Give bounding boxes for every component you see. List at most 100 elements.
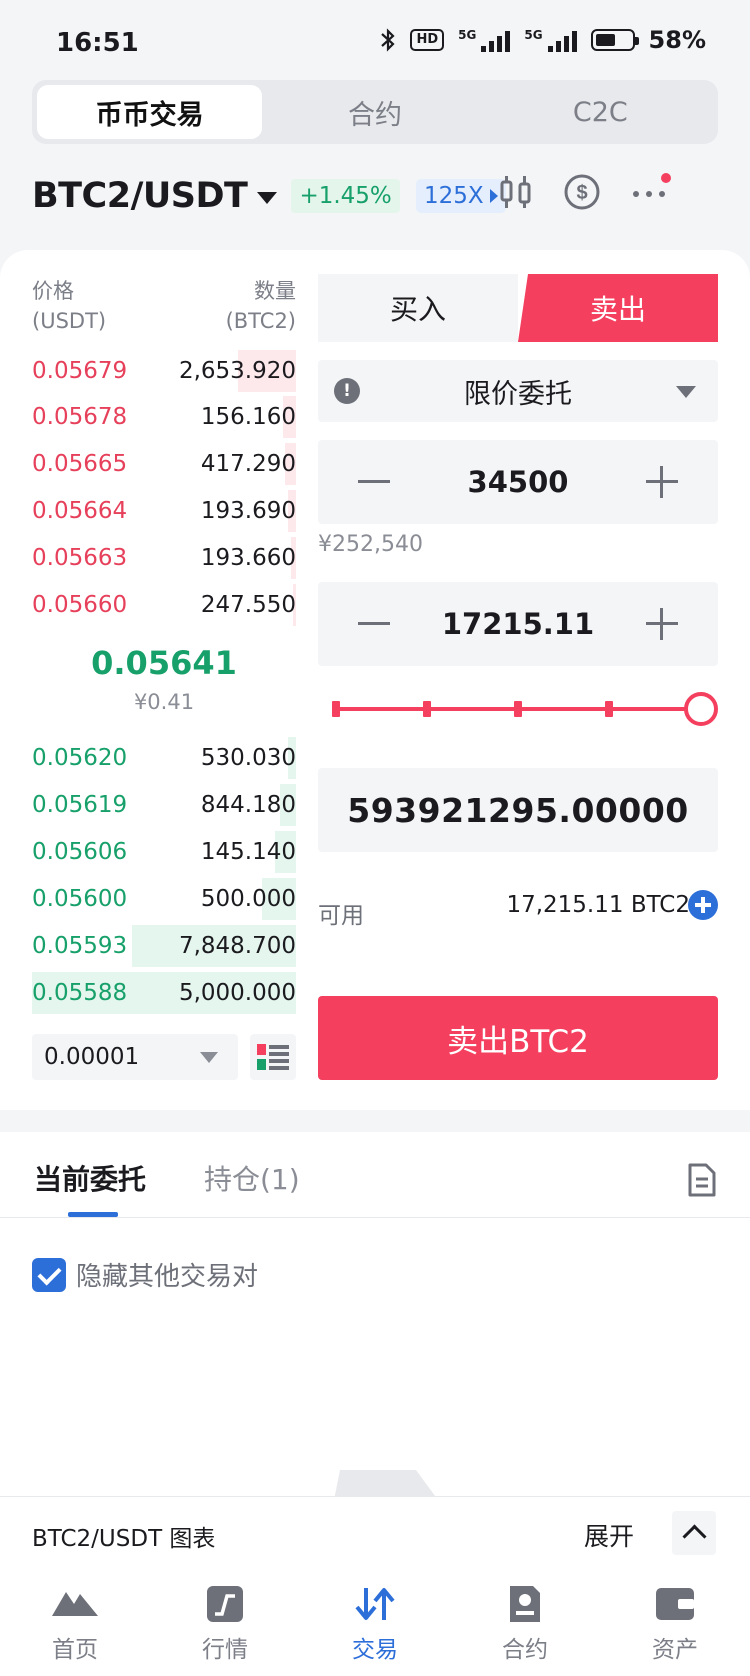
leverage-button[interactable]: 125X (416, 179, 506, 213)
price-change-badge: +1.45% (291, 179, 400, 213)
amount-decrease-button[interactable] (358, 608, 390, 640)
tab-positions[interactable]: 持仓(1) (204, 1158, 300, 1198)
available-balance: 17,215.11 BTC2 (506, 892, 690, 918)
chevron-up-icon[interactable] (672, 1511, 716, 1555)
slider-tick[interactable] (332, 701, 340, 717)
price-unit: (USDT) (32, 309, 107, 333)
wallet-icon (656, 1588, 694, 1620)
slider-tick[interactable] (605, 701, 613, 717)
tab-contract[interactable]: 合约 (262, 85, 487, 139)
book-layout-button[interactable] (250, 1034, 296, 1080)
nav-label: 资产 (652, 1637, 698, 1663)
nav-label: 交易 (352, 1637, 398, 1663)
bid-qty: 500.000 (200, 886, 296, 912)
submit-sell-button[interactable]: 卖出BTC2 (318, 996, 718, 1080)
status-icons: HD 5G 5G 58% (380, 26, 706, 54)
svg-text:$: $ (576, 182, 587, 204)
order-history-icon[interactable] (686, 1162, 718, 1198)
ask-row[interactable]: 0.05665 417.290 (32, 441, 296, 487)
ask-row[interactable]: 0.05663 193.660 (32, 535, 296, 581)
price-input[interactable]: 34500 (468, 465, 569, 499)
slider-tick[interactable] (423, 701, 431, 717)
amount-input[interactable]: 17215.11 (442, 607, 594, 641)
tab-c2c[interactable]: C2C (488, 85, 713, 139)
ask-row[interactable]: 0.05664 193.690 (32, 488, 296, 534)
order-type-select[interactable]: ! 限价委托 (318, 360, 718, 422)
buy-sell-toggle: 买入 卖出 (318, 274, 718, 342)
bid-row[interactable]: 0.05600 500.000 (32, 876, 296, 922)
info-icon[interactable]: ! (334, 378, 360, 404)
chart-bar[interactable]: BTC2/USDT 图表 展开 (0, 1496, 750, 1570)
total-field[interactable]: 593921295.00000 (318, 768, 718, 852)
ask-qty: 247.550 (200, 592, 296, 618)
price-increase-button[interactable] (646, 466, 678, 498)
nav-trade[interactable]: 交易 (300, 1570, 450, 1676)
ask-row[interactable]: 0.05679 2,653.920 (32, 348, 296, 394)
price-header: 价格 (32, 279, 74, 303)
ask-row[interactable]: 0.05660 247.550 (32, 582, 296, 628)
bid-row[interactable]: 0.05620 530.030 (32, 735, 296, 781)
qty-header: 数量 (254, 279, 296, 303)
nav-label: 行情 (202, 1637, 248, 1663)
ask-row[interactable]: 0.05678 156.160 (32, 394, 296, 440)
nav-assets[interactable]: 资产 (600, 1570, 750, 1676)
add-funds-icon[interactable] (688, 890, 718, 920)
tab-spot[interactable]: 币币交易 (37, 85, 263, 139)
slider-tick[interactable] (514, 701, 522, 717)
bid-row[interactable]: 0.05619 844.180 (32, 782, 296, 828)
orders-panel: 当前委托 持仓(1) 隐藏其他交易对 (0, 1132, 750, 1500)
chevron-down-icon (200, 1052, 218, 1063)
nav-contract[interactable]: 合约 (450, 1570, 600, 1676)
price-decrease-button[interactable] (358, 466, 390, 498)
ask-qty: 193.690 (200, 498, 296, 524)
qty-unit: (BTC2) (225, 309, 296, 333)
slider-handle[interactable] (684, 692, 718, 726)
chevron-down-icon (676, 386, 696, 398)
nav-home[interactable]: 首页 (0, 1570, 150, 1676)
hd-badge: HD (410, 29, 445, 51)
amount-slider[interactable] (332, 692, 718, 726)
hide-other-pairs-toggle[interactable]: 隐藏其他交易对 (32, 1256, 258, 1293)
last-price-cny: ¥0.41 (133, 690, 195, 714)
ask-qty: 417.290 (200, 451, 296, 477)
bid-price: 0.05620 (32, 745, 128, 771)
ask-price: 0.05678 (32, 404, 128, 430)
tab-current-orders[interactable]: 当前委托 (34, 1158, 146, 1198)
bid-qty: 145.140 (200, 839, 296, 865)
bluetooth-icon (381, 28, 396, 52)
battery-percent: 58% (648, 26, 706, 54)
market-type-tabs: 币币交易 合约 C2C (32, 80, 718, 144)
amount-stepper[interactable]: 17215.11 (318, 582, 718, 666)
amount-increase-button[interactable] (646, 608, 678, 640)
order-type-value: 限价委托 (464, 378, 572, 410)
sell-tab[interactable]: 卖出 (518, 274, 718, 342)
nav-market[interactable]: 行情 (150, 1570, 300, 1676)
market-icon (207, 1586, 243, 1622)
dollar-icon[interactable]: $ (562, 172, 602, 212)
hide-other-pairs-label: 隐藏其他交易对 (76, 1262, 259, 1292)
bid-qty: 5,000.000 (178, 980, 296, 1006)
chevron-down-icon[interactable] (257, 192, 278, 204)
signal-icon: 5G (458, 28, 511, 52)
ask-price: 0.05660 (32, 592, 128, 618)
bid-row[interactable]: 0.05593 7,848.700 (32, 923, 296, 969)
expand-label[interactable]: 展开 (584, 1517, 634, 1553)
bid-row[interactable]: 0.05588 5,000.000 (32, 970, 296, 1016)
ask-price: 0.05679 (32, 358, 128, 384)
last-price[interactable]: 0.05641 (32, 644, 296, 682)
bid-price: 0.05593 (32, 933, 128, 959)
pair-header: BTC2/USDT +1.45% 125X $ (32, 166, 722, 226)
candlestick-icon[interactable] (496, 172, 536, 212)
available-label: 可用 (318, 903, 364, 929)
nav-label: 合约 (502, 1637, 548, 1663)
pair-selector[interactable]: BTC2/USDT (32, 176, 248, 216)
bid-row[interactable]: 0.05606 145.140 (32, 829, 296, 875)
checkbox-checked[interactable] (32, 1257, 66, 1292)
price-stepper[interactable]: 34500 (318, 440, 718, 524)
buy-tab[interactable]: 买入 (318, 274, 518, 342)
contract-icon (510, 1586, 540, 1622)
ask-qty: 193.660 (200, 545, 296, 571)
trade-icon (355, 1588, 395, 1620)
more-icon[interactable] (630, 172, 674, 212)
precision-select[interactable]: 0.00001 (32, 1034, 238, 1080)
